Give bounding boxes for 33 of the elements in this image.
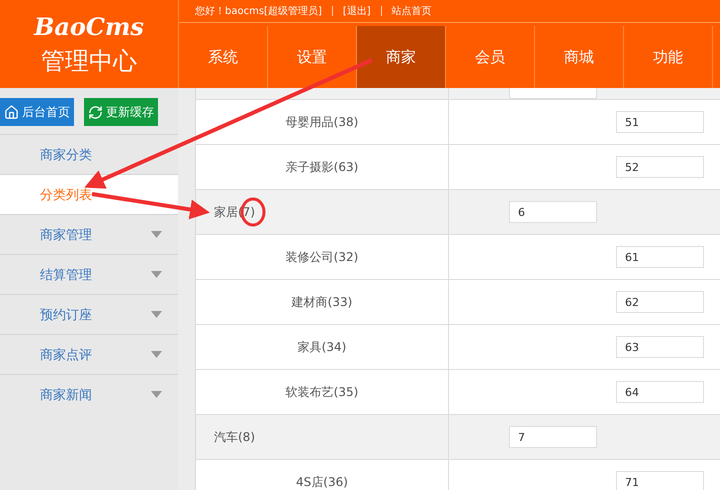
brand-logo: BaoCms (34, 12, 144, 40)
order-input[interactable]: 51 (616, 111, 704, 133)
category-name: 装修公司(32) (286, 248, 358, 266)
refresh-cache-button[interactable]: 更新缓存 (84, 98, 158, 126)
order-input[interactable]: 52 (616, 156, 704, 178)
home-button[interactable]: 后台首页 (0, 98, 74, 126)
order-input[interactable]: 62 (616, 291, 704, 313)
header-link[interactable]: [退出] (342, 4, 371, 18)
home-icon (4, 104, 19, 120)
nav-tab[interactable]: 商家 (357, 26, 446, 88)
caret-icon (151, 391, 162, 398)
panel-title: 管理中心 (41, 46, 137, 76)
order-input[interactable]: 61 (616, 246, 704, 268)
category-name: 建材商(33) (292, 294, 352, 310)
order-input[interactable]: 63 (616, 336, 704, 358)
caret-icon (151, 231, 162, 238)
category-name: 软装布艺(35) (286, 384, 358, 400)
greeting-text: 您好！baocms[超级管理员] (195, 4, 322, 18)
header-link[interactable]: 站点首页 (392, 4, 432, 18)
caret-icon (151, 271, 162, 278)
caret-icon (151, 311, 162, 318)
category-name: 家具(34) (298, 338, 346, 356)
category-name: 4S店(36) (296, 474, 348, 490)
category-name: 母婴用品(38) (286, 114, 358, 130)
category-name: 亲子摄影(63) (286, 158, 358, 176)
category-name: 汽车(8) (214, 428, 255, 446)
order-input[interactable]: 64 (616, 381, 704, 403)
caret-icon (151, 351, 162, 358)
order-input[interactable]: 6 (509, 201, 597, 223)
order-input[interactable]: 71 (616, 471, 704, 490)
refresh-icon (88, 104, 103, 120)
order-input[interactable]: 7 (509, 426, 597, 448)
sidebar-item[interactable]: 分类列表 (0, 174, 178, 214)
